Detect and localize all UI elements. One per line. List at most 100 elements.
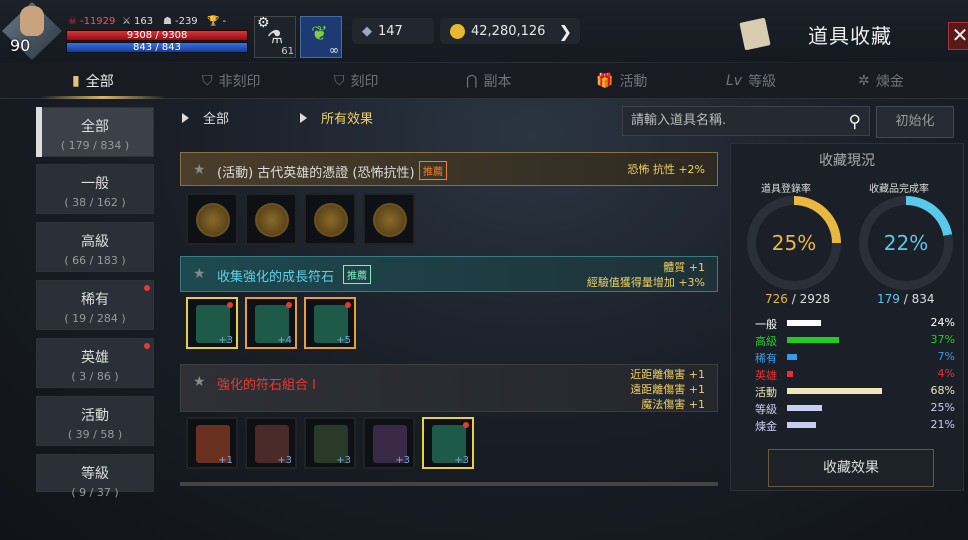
item-slot[interactable]: +3: [422, 417, 474, 469]
grade-label: 等級: [755, 403, 777, 416]
item-slot[interactable]: [363, 193, 415, 245]
notification-dot: [286, 302, 292, 308]
lv-icon: Lv: [726, 73, 743, 89]
coin-item-icon: [314, 203, 348, 237]
search-input[interactable]: 請輸入道具名稱. ⚲: [622, 106, 870, 136]
done-pct: 22%: [868, 205, 944, 281]
item-slot[interactable]: +1: [186, 417, 238, 469]
sidebar-item-all[interactable]: 全部( 179 / 834 ): [36, 107, 154, 157]
reg-label: 道具登錄率: [761, 184, 811, 195]
grade-row: 英雄 4%: [755, 367, 955, 383]
item-slot[interactable]: +3: [304, 417, 356, 469]
grade-pct: 21%: [930, 418, 955, 431]
star-icon[interactable]: ★: [193, 374, 206, 390]
item-slot[interactable]: [186, 193, 238, 245]
list-scrollbar[interactable]: [180, 482, 718, 486]
item-slot[interactable]: +3: [363, 417, 415, 469]
tab-non-engraved[interactable]: ⛉ 非刻印: [202, 63, 261, 99]
infinity-icon: ∞: [329, 43, 339, 57]
grade-bar: [787, 422, 817, 428]
tab-level[interactable]: Lv 等級: [726, 63, 776, 99]
stat-trophy: 🏆 -: [207, 16, 227, 27]
shield-icon: ⛉: [334, 73, 345, 89]
grade-label: 高級: [755, 335, 777, 348]
item-slot[interactable]: [245, 193, 297, 245]
tab-alchemy[interactable]: ✲ 煉金: [858, 63, 904, 99]
crystal-currency: ◆ 147: [352, 18, 434, 44]
notification-dot: [144, 285, 150, 291]
sidebar-item-event[interactable]: 活動( 39 / 58 ): [36, 396, 154, 446]
player-level: 90: [10, 36, 31, 55]
completion-rate-ring: 22%: [859, 196, 953, 290]
search-icon[interactable]: ⚲: [849, 108, 861, 136]
tab-event[interactable]: 🎁 活動: [596, 63, 647, 99]
tab-dungeon[interactable]: ⋂ 副本: [466, 63, 511, 99]
alchemy-icon: ✲: [858, 73, 870, 89]
grade-bar: [787, 405, 822, 411]
trophy-icon: 🏆: [207, 16, 220, 27]
coin-item-icon: [373, 203, 407, 237]
stat-skull: ☠ -11929: [68, 16, 116, 27]
recommended-badge: 推薦: [419, 161, 447, 180]
star-icon[interactable]: ★: [193, 266, 206, 282]
notification-dot: [463, 422, 469, 428]
grade-label: 活動: [755, 386, 777, 399]
item-slot[interactable]: +3: [245, 417, 297, 469]
coin-item-icon: [255, 203, 289, 237]
skull-icon: ☠: [68, 16, 77, 27]
grade-row: 高級 37%: [755, 333, 955, 349]
item-slot[interactable]: +5: [304, 297, 356, 349]
stat-sword: ⚔ 163: [122, 16, 154, 27]
gold-coin-icon: [450, 23, 465, 39]
sidebar-item-rare[interactable]: 稀有( 19 / 284 ): [36, 280, 154, 330]
item-slot[interactable]: [304, 193, 356, 245]
potion-slot[interactable]: ⚙ ⚗ 61: [254, 15, 296, 58]
triangle-right-icon: [300, 112, 307, 123]
buff-slot[interactable]: ❦ ∞: [300, 16, 342, 58]
tab-engraved[interactable]: ⛉ 刻印: [334, 63, 379, 99]
helmet-icon: ☗: [163, 16, 172, 27]
crystal-icon: ◆: [362, 23, 372, 39]
potion-count: 61: [281, 46, 294, 57]
shield-icon: ⛉: [202, 73, 213, 89]
category-filter[interactable]: 全部: [182, 108, 229, 127]
chevron-right-icon[interactable]: ❯: [559, 22, 572, 41]
sidebar-item-normal[interactable]: 一般( 38 / 162 ): [36, 164, 154, 214]
grade-bar: [787, 337, 839, 343]
sidebar-item-hero[interactable]: 英雄( 3 / 86 ): [36, 338, 154, 388]
grade-pct: 24%: [930, 316, 955, 329]
close-button[interactable]: ✕: [948, 22, 968, 50]
sidebar-item-advanced[interactable]: 高級( 66 / 183 ): [36, 222, 154, 272]
effect-filter[interactable]: 所有效果: [300, 108, 373, 127]
window-title: 道具收藏: [808, 24, 892, 48]
grade-label: 煉金: [755, 420, 777, 433]
reg-count: 726 / 2928: [765, 292, 831, 306]
tab-all[interactable]: ▮ 全部: [72, 63, 114, 99]
reset-button[interactable]: 初始化: [876, 106, 954, 138]
grade-bar: [787, 388, 883, 394]
grade-pct: 37%: [930, 333, 955, 346]
item-slot[interactable]: +4: [245, 297, 297, 349]
grade-label: 一般: [755, 318, 777, 331]
coin-item-icon: [196, 203, 230, 237]
grade-row: 煉金 21%: [755, 418, 955, 434]
collection-header[interactable]: ★ 強化的符石組合 I 近距離傷害 +1 遠距離傷害 +1 魔法傷害 +1: [180, 364, 718, 412]
collection-header[interactable]: ★ 收集強化的成長符石 推薦 體質 +1 經驗值獲得量增加 +3%: [180, 256, 718, 292]
star-icon[interactable]: ★: [193, 162, 206, 178]
collection-effect-button[interactable]: 收藏效果: [768, 449, 934, 487]
sidebar-selection-marker: [36, 107, 42, 157]
grade-pct: 7%: [937, 350, 955, 363]
collection-status-panel: 收藏現況 道具登錄率 收藏品完成率 25% 22% 726 / 2928 179…: [730, 143, 964, 491]
grade-bar: [787, 354, 797, 360]
hp-text: 9308 / 9308: [126, 30, 188, 41]
gold-currency: 42,280,126 ❯: [440, 18, 580, 44]
grade-bar: [787, 320, 821, 326]
item-slot[interactable]: +3: [186, 297, 238, 349]
grade-row: 等級 25%: [755, 401, 955, 417]
effect-text: 恐怖 抗性 +2%: [627, 163, 705, 176]
grade-row: 活動 68%: [755, 384, 955, 400]
status-title: 收藏現況: [819, 153, 875, 169]
collection-header[interactable]: ★ (活動) 古代英雄的憑證 (恐怖抗性) 推薦 恐怖 抗性 +2%: [180, 152, 718, 186]
sidebar-item-level[interactable]: 等級( 9 / 37 ): [36, 454, 154, 499]
recommended-badge: 推薦: [343, 265, 371, 284]
